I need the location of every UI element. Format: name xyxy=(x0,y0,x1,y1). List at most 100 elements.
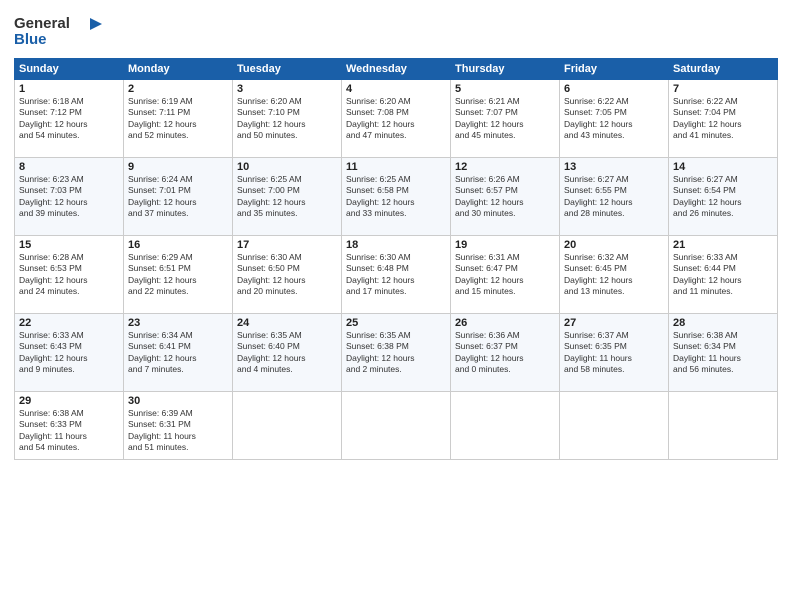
col-header-thursday: Thursday xyxy=(451,59,560,80)
day-detail: Sunrise: 6:23 AMSunset: 7:03 PMDaylight:… xyxy=(19,174,119,220)
col-header-friday: Friday xyxy=(560,59,669,80)
day-number: 9 xyxy=(128,161,228,173)
calendar-cell: 8Sunrise: 6:23 AMSunset: 7:03 PMDaylight… xyxy=(15,158,124,236)
calendar-cell: 29Sunrise: 6:38 AMSunset: 6:33 PMDayligh… xyxy=(15,392,124,460)
day-detail: Sunrise: 6:37 AMSunset: 6:35 PMDaylight:… xyxy=(564,330,664,376)
day-detail: Sunrise: 6:35 AMSunset: 6:40 PMDaylight:… xyxy=(237,330,337,376)
day-number: 19 xyxy=(455,239,555,251)
day-number: 22 xyxy=(19,317,119,329)
svg-text:Blue: Blue xyxy=(14,31,47,48)
calendar-cell: 9Sunrise: 6:24 AMSunset: 7:01 PMDaylight… xyxy=(124,158,233,236)
day-number: 11 xyxy=(346,161,446,173)
day-number: 4 xyxy=(346,83,446,95)
day-detail: Sunrise: 6:25 AMSunset: 7:00 PMDaylight:… xyxy=(237,174,337,220)
day-detail: Sunrise: 6:30 AMSunset: 6:48 PMDaylight:… xyxy=(346,252,446,298)
day-detail: Sunrise: 6:39 AMSunset: 6:31 PMDaylight:… xyxy=(128,408,228,454)
day-number: 14 xyxy=(673,161,773,173)
day-number: 10 xyxy=(237,161,337,173)
calendar-cell: 10Sunrise: 6:25 AMSunset: 7:00 PMDayligh… xyxy=(233,158,342,236)
calendar-cell: 11Sunrise: 6:25 AMSunset: 6:58 PMDayligh… xyxy=(342,158,451,236)
day-number: 2 xyxy=(128,83,228,95)
logo-svg: General Blue xyxy=(14,10,104,50)
day-number: 29 xyxy=(19,395,119,407)
calendar-cell xyxy=(342,392,451,460)
calendar-cell: 18Sunrise: 6:30 AMSunset: 6:48 PMDayligh… xyxy=(342,236,451,314)
day-number: 13 xyxy=(564,161,664,173)
calendar-cell: 20Sunrise: 6:32 AMSunset: 6:45 PMDayligh… xyxy=(560,236,669,314)
calendar-cell: 23Sunrise: 6:34 AMSunset: 6:41 PMDayligh… xyxy=(124,314,233,392)
calendar-cell: 12Sunrise: 6:26 AMSunset: 6:57 PMDayligh… xyxy=(451,158,560,236)
day-detail: Sunrise: 6:22 AMSunset: 7:05 PMDaylight:… xyxy=(564,96,664,142)
day-detail: Sunrise: 6:24 AMSunset: 7:01 PMDaylight:… xyxy=(128,174,228,220)
calendar-cell: 26Sunrise: 6:36 AMSunset: 6:37 PMDayligh… xyxy=(451,314,560,392)
day-detail: Sunrise: 6:28 AMSunset: 6:53 PMDaylight:… xyxy=(19,252,119,298)
calendar-cell: 28Sunrise: 6:38 AMSunset: 6:34 PMDayligh… xyxy=(669,314,778,392)
calendar-cell: 4Sunrise: 6:20 AMSunset: 7:08 PMDaylight… xyxy=(342,80,451,158)
day-number: 20 xyxy=(564,239,664,251)
col-header-monday: Monday xyxy=(124,59,233,80)
calendar-cell: 27Sunrise: 6:37 AMSunset: 6:35 PMDayligh… xyxy=(560,314,669,392)
day-detail: Sunrise: 6:34 AMSunset: 6:41 PMDaylight:… xyxy=(128,330,228,376)
day-detail: Sunrise: 6:29 AMSunset: 6:51 PMDaylight:… xyxy=(128,252,228,298)
day-number: 12 xyxy=(455,161,555,173)
calendar-cell: 3Sunrise: 6:20 AMSunset: 7:10 PMDaylight… xyxy=(233,80,342,158)
calendar-cell: 1Sunrise: 6:18 AMSunset: 7:12 PMDaylight… xyxy=(15,80,124,158)
day-detail: Sunrise: 6:19 AMSunset: 7:11 PMDaylight:… xyxy=(128,96,228,142)
day-number: 26 xyxy=(455,317,555,329)
day-detail: Sunrise: 6:20 AMSunset: 7:08 PMDaylight:… xyxy=(346,96,446,142)
calendar-table: SundayMondayTuesdayWednesdayThursdayFrid… xyxy=(14,58,778,460)
calendar-cell xyxy=(451,392,560,460)
day-detail: Sunrise: 6:30 AMSunset: 6:50 PMDaylight:… xyxy=(237,252,337,298)
day-detail: Sunrise: 6:20 AMSunset: 7:10 PMDaylight:… xyxy=(237,96,337,142)
day-number: 24 xyxy=(237,317,337,329)
calendar-cell: 14Sunrise: 6:27 AMSunset: 6:54 PMDayligh… xyxy=(669,158,778,236)
day-number: 28 xyxy=(673,317,773,329)
day-number: 16 xyxy=(128,239,228,251)
day-number: 18 xyxy=(346,239,446,251)
day-detail: Sunrise: 6:31 AMSunset: 6:47 PMDaylight:… xyxy=(455,252,555,298)
day-detail: Sunrise: 6:36 AMSunset: 6:37 PMDaylight:… xyxy=(455,330,555,376)
day-detail: Sunrise: 6:33 AMSunset: 6:43 PMDaylight:… xyxy=(19,330,119,376)
day-detail: Sunrise: 6:25 AMSunset: 6:58 PMDaylight:… xyxy=(346,174,446,220)
calendar-cell: 6Sunrise: 6:22 AMSunset: 7:05 PMDaylight… xyxy=(560,80,669,158)
day-number: 17 xyxy=(237,239,337,251)
day-detail: Sunrise: 6:27 AMSunset: 6:55 PMDaylight:… xyxy=(564,174,664,220)
calendar-cell: 13Sunrise: 6:27 AMSunset: 6:55 PMDayligh… xyxy=(560,158,669,236)
day-detail: Sunrise: 6:27 AMSunset: 6:54 PMDaylight:… xyxy=(673,174,773,220)
calendar-cell: 7Sunrise: 6:22 AMSunset: 7:04 PMDaylight… xyxy=(669,80,778,158)
calendar-cell: 21Sunrise: 6:33 AMSunset: 6:44 PMDayligh… xyxy=(669,236,778,314)
calendar-cell xyxy=(669,392,778,460)
day-number: 3 xyxy=(237,83,337,95)
day-detail: Sunrise: 6:22 AMSunset: 7:04 PMDaylight:… xyxy=(673,96,773,142)
col-header-wednesday: Wednesday xyxy=(342,59,451,80)
day-detail: Sunrise: 6:18 AMSunset: 7:12 PMDaylight:… xyxy=(19,96,119,142)
day-detail: Sunrise: 6:35 AMSunset: 6:38 PMDaylight:… xyxy=(346,330,446,376)
calendar-cell: 25Sunrise: 6:35 AMSunset: 6:38 PMDayligh… xyxy=(342,314,451,392)
svg-text:General: General xyxy=(14,15,70,32)
calendar-cell: 24Sunrise: 6:35 AMSunset: 6:40 PMDayligh… xyxy=(233,314,342,392)
day-detail: Sunrise: 6:33 AMSunset: 6:44 PMDaylight:… xyxy=(673,252,773,298)
day-number: 27 xyxy=(564,317,664,329)
day-number: 8 xyxy=(19,161,119,173)
page-header: General Blue xyxy=(14,10,778,50)
day-detail: Sunrise: 6:32 AMSunset: 6:45 PMDaylight:… xyxy=(564,252,664,298)
day-number: 15 xyxy=(19,239,119,251)
logo: General Blue xyxy=(14,10,104,50)
calendar-cell: 2Sunrise: 6:19 AMSunset: 7:11 PMDaylight… xyxy=(124,80,233,158)
day-number: 1 xyxy=(19,83,119,95)
col-header-tuesday: Tuesday xyxy=(233,59,342,80)
day-number: 7 xyxy=(673,83,773,95)
day-number: 5 xyxy=(455,83,555,95)
day-number: 30 xyxy=(128,395,228,407)
col-header-sunday: Sunday xyxy=(15,59,124,80)
day-number: 23 xyxy=(128,317,228,329)
calendar-cell xyxy=(560,392,669,460)
calendar-cell: 22Sunrise: 6:33 AMSunset: 6:43 PMDayligh… xyxy=(15,314,124,392)
calendar-cell: 5Sunrise: 6:21 AMSunset: 7:07 PMDaylight… xyxy=(451,80,560,158)
day-detail: Sunrise: 6:21 AMSunset: 7:07 PMDaylight:… xyxy=(455,96,555,142)
calendar-cell: 16Sunrise: 6:29 AMSunset: 6:51 PMDayligh… xyxy=(124,236,233,314)
col-header-saturday: Saturday xyxy=(669,59,778,80)
day-detail: Sunrise: 6:26 AMSunset: 6:57 PMDaylight:… xyxy=(455,174,555,220)
calendar-cell xyxy=(233,392,342,460)
calendar-cell: 15Sunrise: 6:28 AMSunset: 6:53 PMDayligh… xyxy=(15,236,124,314)
